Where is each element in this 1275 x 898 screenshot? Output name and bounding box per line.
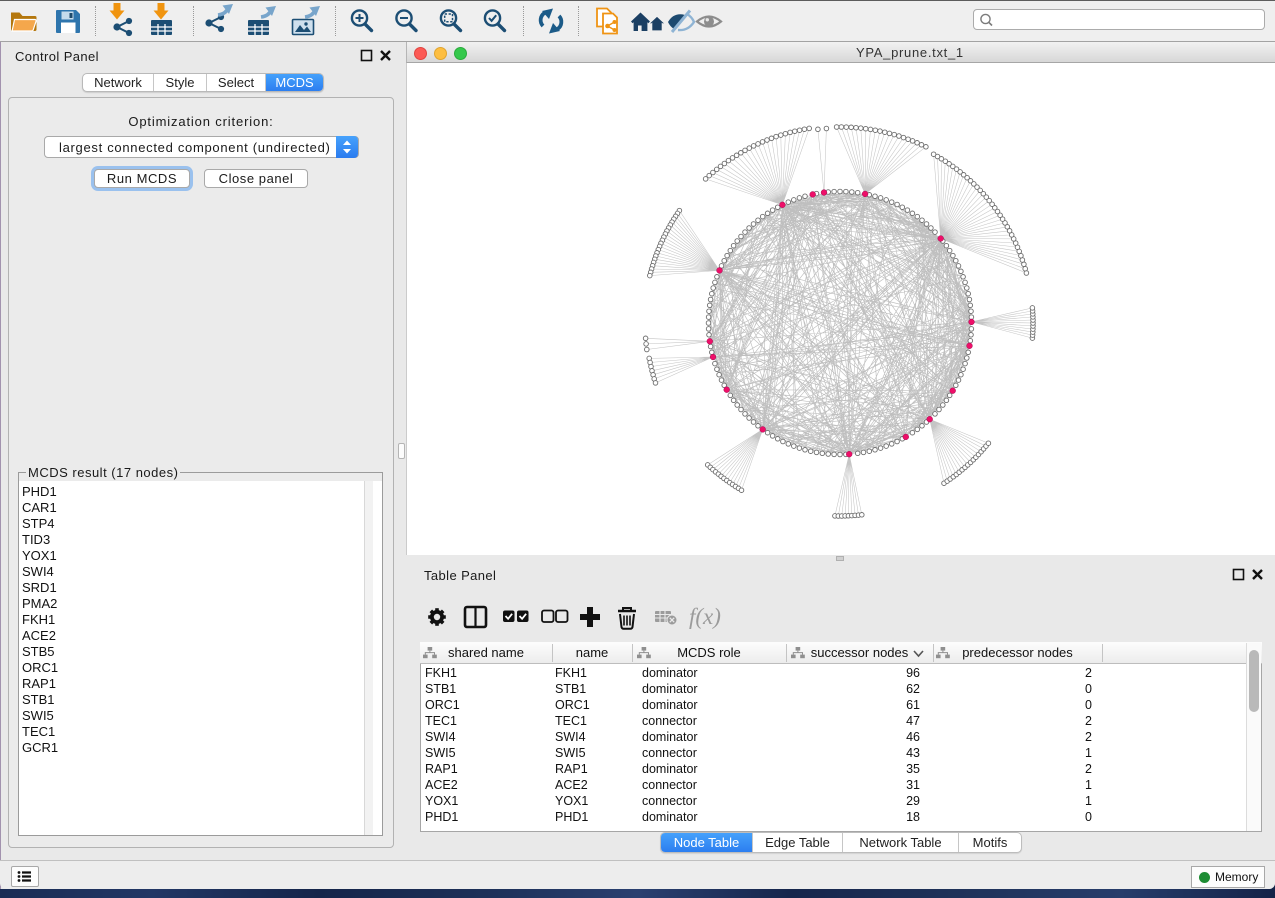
svg-text:f(x): f(x): [689, 604, 721, 629]
